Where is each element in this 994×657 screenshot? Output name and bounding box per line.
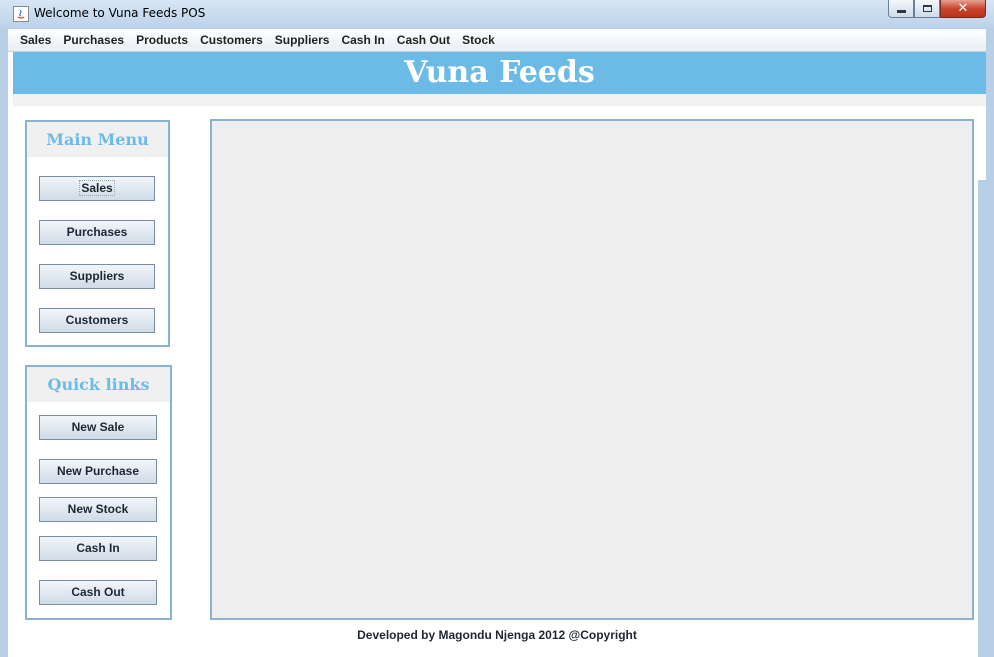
close-button[interactable]: ✕	[940, 0, 986, 18]
menu-stock[interactable]: Stock	[456, 29, 501, 51]
menu-cash-in[interactable]: Cash In	[335, 29, 390, 51]
new-purchase-button[interactable]: New Purchase	[39, 459, 157, 484]
menu-products[interactable]: Products	[130, 29, 194, 51]
main-suppliers-button[interactable]: Suppliers	[39, 264, 155, 289]
menu-customers[interactable]: Customers	[194, 29, 269, 51]
cash-out-button[interactable]: Cash Out	[39, 580, 157, 605]
window-right-edge	[978, 180, 986, 657]
main-menu-heading: Main Menu	[27, 122, 168, 157]
header-banner: Vuna Feeds	[13, 52, 986, 94]
main-sales-label: Sales	[79, 180, 115, 196]
minimize-button[interactable]	[888, 0, 914, 18]
menu-bar: Sales Purchases Products Customers Suppl…	[8, 29, 986, 52]
new-sale-button[interactable]: New Sale	[39, 415, 157, 440]
minimize-icon	[896, 10, 906, 13]
window-content: Sales Purchases Products Customers Suppl…	[8, 29, 986, 657]
menu-purchases[interactable]: Purchases	[57, 29, 130, 51]
title-bar[interactable]: Welcome to Vuna Feeds POS ✕	[0, 0, 994, 28]
java-app-icon[interactable]	[13, 6, 29, 22]
close-icon: ✕	[957, 1, 969, 16]
maximize-icon	[922, 5, 932, 12]
main-customers-button[interactable]: Customers	[39, 308, 155, 333]
menu-cash-out[interactable]: Cash Out	[391, 29, 456, 51]
cash-in-button[interactable]: Cash In	[39, 536, 157, 561]
window-title: Welcome to Vuna Feeds POS	[34, 6, 206, 20]
footer-credit: Developed by Magondu Njenga 2012 @Copyri…	[357, 628, 637, 642]
menu-suppliers[interactable]: Suppliers	[269, 29, 336, 51]
window-controls: ✕	[888, 0, 986, 20]
app-window: Welcome to Vuna Feeds POS ✕ Sales Purcha…	[0, 0, 994, 657]
banner-divider	[13, 94, 986, 106]
new-stock-button[interactable]: New Stock	[39, 497, 157, 522]
main-content-area[interactable]	[210, 119, 974, 620]
maximize-button[interactable]	[914, 0, 940, 18]
app-title: Vuna Feeds	[404, 55, 595, 90]
main-sales-button[interactable]: Sales	[39, 176, 155, 201]
menu-sales[interactable]: Sales	[14, 29, 57, 51]
quick-links-heading: Quick links	[27, 367, 170, 402]
main-purchases-button[interactable]: Purchases	[39, 220, 155, 245]
quick-links-panel: Quick links New Sale New Purchase New St…	[25, 365, 172, 620]
main-menu-panel: Main Menu Sales Purchases Suppliers Cust…	[25, 120, 170, 347]
